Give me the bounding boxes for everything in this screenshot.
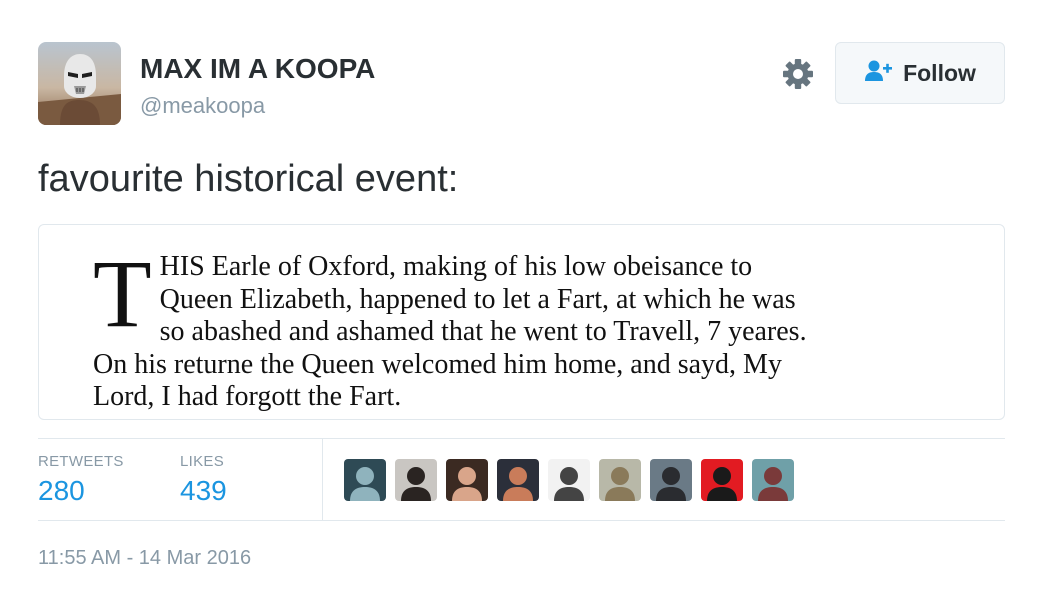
excerpt-line: On his returne the Queen welcomed him ho…	[93, 348, 782, 380]
gear-icon[interactable]	[781, 57, 815, 91]
liker-avatars	[344, 459, 794, 501]
stormtrooper-helmet-avatar-icon	[38, 42, 121, 125]
dropcap-letter: T	[93, 240, 152, 347]
excerpt-line: so abashed and ashamed that he went to T…	[159, 316, 807, 347]
liker-avatar-4[interactable]	[497, 459, 539, 501]
liker-avatar-2[interactable]	[395, 459, 437, 501]
user-handle[interactable]: @meakoopa	[140, 93, 265, 119]
liker-avatar-9[interactable]	[752, 459, 794, 501]
add-user-icon	[864, 59, 894, 88]
excerpt-line: HIS Earle of Oxford, making of his low o…	[159, 251, 753, 282]
tweet-timestamp[interactable]: 11:55 AM - 14 Mar 2016	[38, 547, 251, 570]
excerpt-line: Lord, I had forgott the Fart.	[93, 381, 402, 412]
retweets-label[interactable]: RETWEETS	[38, 453, 124, 470]
retweets-count[interactable]: 280	[38, 475, 85, 507]
profile-avatar[interactable]	[38, 42, 121, 125]
stats-vertical-divider	[322, 438, 323, 520]
stats-bottom-divider	[38, 520, 1005, 521]
tweet-text: favourite historical event:	[38, 158, 459, 200]
liker-avatar-7[interactable]	[650, 459, 692, 501]
stats-top-divider	[38, 438, 1005, 439]
excerpt-line: Queen Elizabeth, happened to let a Fart,…	[159, 283, 796, 315]
liker-avatar-8[interactable]	[701, 459, 743, 501]
follow-button[interactable]: Follow	[835, 42, 1005, 104]
liker-avatar-1[interactable]	[344, 459, 386, 501]
tweet-image[interactable]: T HIS Earle of Oxford, making of his low…	[38, 224, 1005, 420]
liker-avatar-6[interactable]	[599, 459, 641, 501]
book-excerpt: T HIS Earle of Oxford, making of his low…	[93, 240, 939, 414]
follow-label: Follow	[903, 59, 976, 86]
liker-avatar-5[interactable]	[548, 459, 590, 501]
likes-label[interactable]: LIKES	[180, 453, 224, 470]
liker-avatar-3[interactable]	[446, 459, 488, 501]
likes-count[interactable]: 439	[180, 475, 227, 507]
display-name[interactable]: MAX IM A KOOPA	[140, 53, 375, 85]
